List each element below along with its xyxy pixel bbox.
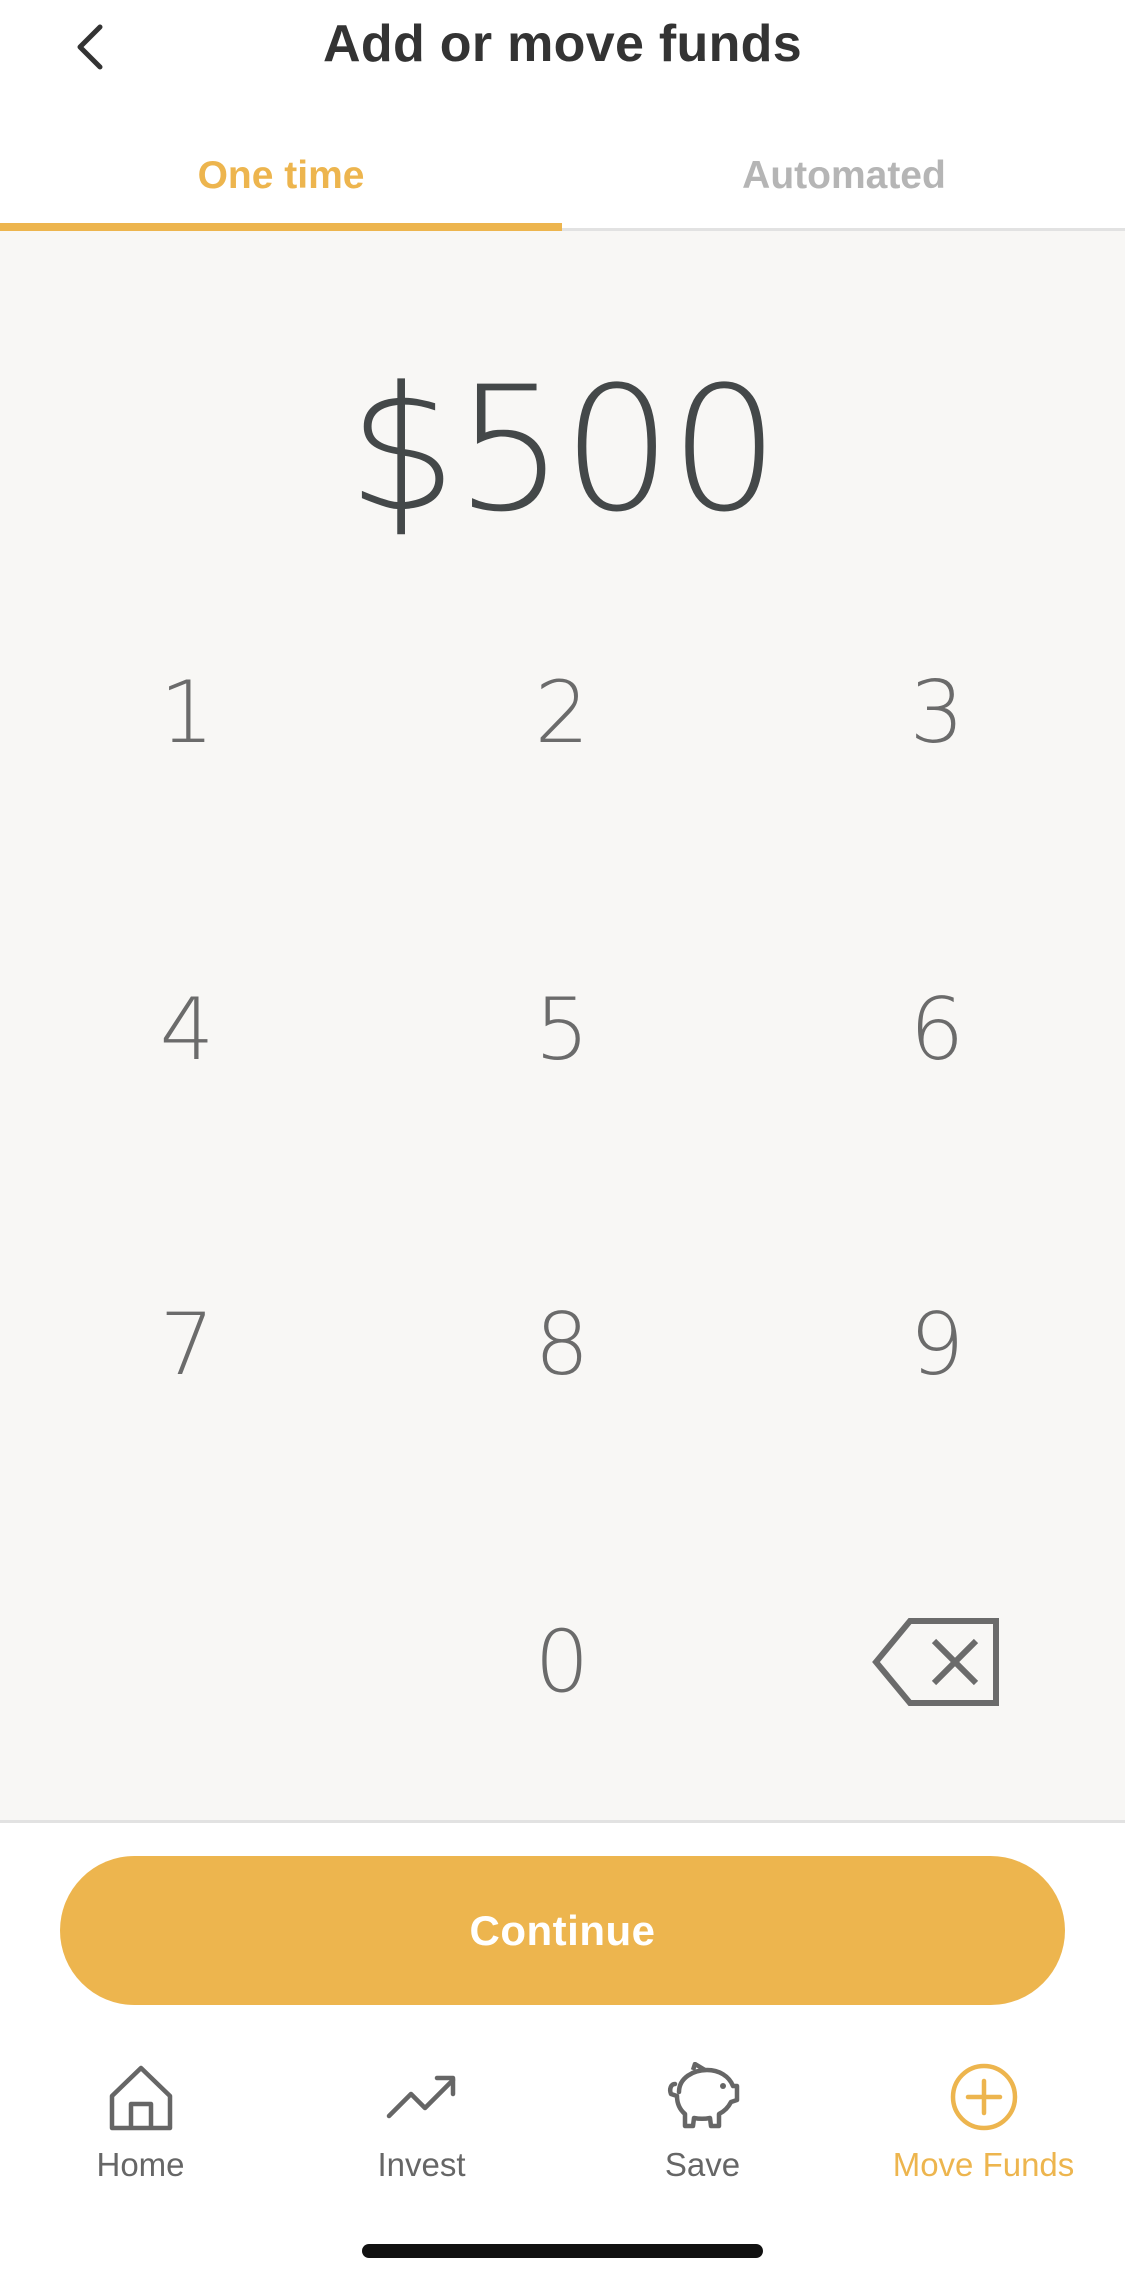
nav-item-save[interactable]: Save bbox=[562, 2030, 843, 2190]
active-tab-indicator bbox=[0, 223, 562, 231]
home-indicator bbox=[362, 2244, 763, 2258]
nav-label-save: Save bbox=[664, 2146, 741, 2183]
page-title: Add or move funds bbox=[323, 15, 802, 73]
nav-item-invest[interactable]: Invest bbox=[281, 2030, 562, 2190]
tab-bar: One time Automated bbox=[0, 120, 1125, 231]
key-1[interactable]: 1 bbox=[67, 613, 307, 813]
key-7[interactable]: 7 bbox=[67, 1245, 307, 1445]
backspace-icon bbox=[872, 1618, 999, 1706]
key-6[interactable]: 6 bbox=[817, 930, 1057, 1130]
amount-entry-area: $500 1 2 3 4 5 6 7 8 9 0 bbox=[0, 231, 1125, 1823]
nav-label-move-funds: Move Funds bbox=[892, 2146, 1075, 2183]
nav-item-move-funds[interactable]: Move Funds bbox=[843, 2030, 1124, 2190]
header: Add or move funds bbox=[0, 0, 1125, 95]
trend-up-icon bbox=[377, 2052, 467, 2142]
key-4[interactable]: 4 bbox=[67, 930, 307, 1130]
backspace-button[interactable] bbox=[817, 1562, 1057, 1762]
key-0[interactable]: 0 bbox=[442, 1562, 682, 1762]
home-icon bbox=[96, 2052, 186, 2142]
key-8[interactable]: 8 bbox=[442, 1245, 682, 1445]
nav-label-invest: Invest bbox=[377, 2146, 466, 2183]
nav-item-home[interactable]: Home bbox=[0, 2030, 281, 2190]
nav-label-home: Home bbox=[96, 2146, 185, 2183]
plus-circle-icon bbox=[939, 2052, 1029, 2142]
tab-one-time[interactable]: One time bbox=[0, 120, 562, 231]
app-screen: Add or move funds One time Automated $50… bbox=[0, 0, 1125, 2284]
tab-automated[interactable]: Automated bbox=[563, 120, 1125, 231]
piggy-bank-icon bbox=[658, 2052, 748, 2142]
amount-display: $500 bbox=[347, 349, 780, 550]
key-9[interactable]: 9 bbox=[817, 1245, 1057, 1445]
continue-button[interactable]: Continue bbox=[60, 1856, 1065, 2005]
key-5[interactable]: 5 bbox=[442, 930, 682, 1130]
bottom-nav: Home Invest Save Move Funds bbox=[0, 2030, 1125, 2200]
key-3[interactable]: 3 bbox=[817, 613, 1057, 813]
key-2[interactable]: 2 bbox=[442, 613, 682, 813]
